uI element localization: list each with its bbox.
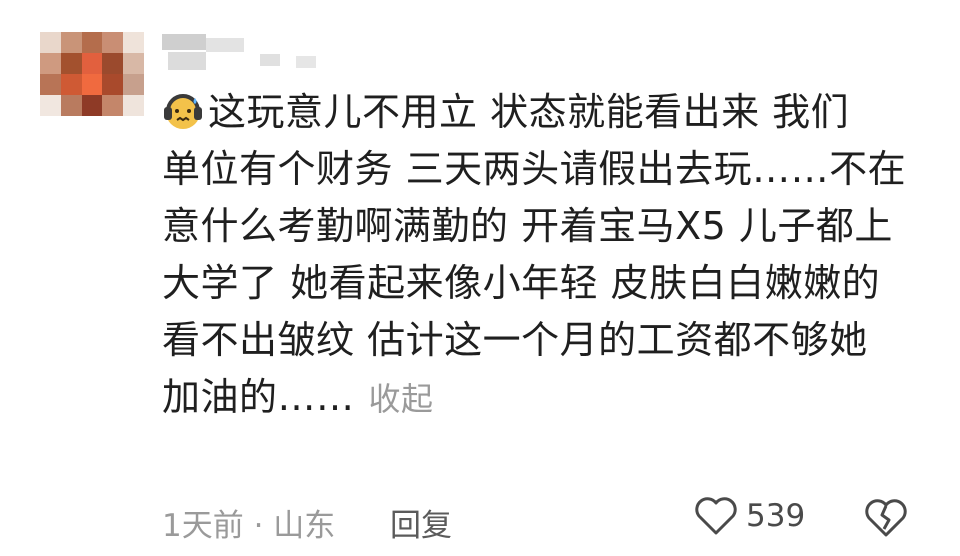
- broken-heart-icon: [865, 499, 907, 537]
- comment-line: 单位有个财务 三天两头请假出去玩……不在: [162, 147, 907, 191]
- comment-line: 加油的…… 收起: [162, 375, 434, 419]
- comment-line: 大学了 她看起来像小年轻 皮肤白白嫩嫩的: [162, 261, 881, 305]
- reply-button[interactable]: 回复: [390, 500, 452, 545]
- comment-meta: 1天前 · 山东: [162, 508, 336, 544]
- collapse-link[interactable]: 收起: [369, 380, 434, 418]
- username-masked[interactable]: [162, 34, 322, 74]
- comment-line: 意什么考勤啊满勤的 开着宝马X5 儿子都上: [162, 204, 893, 248]
- comment-footer: 1天前 · 山东 回复 539: [162, 494, 922, 548]
- like-button[interactable]: 539: [694, 496, 805, 536]
- comment-body: 这玩意儿不用立 状态就能看出来 我们 单位有个财务 三天两头请假出去玩……不在 …: [162, 84, 942, 426]
- comment-line: 这玩意儿不用立 状态就能看出来 我们: [162, 84, 942, 141]
- like-count: 539: [746, 498, 806, 534]
- heart-outline-icon: [695, 497, 737, 535]
- dislike-button[interactable]: [864, 498, 908, 546]
- avatar[interactable]: [40, 32, 144, 116]
- headphones-sweat-emoji-icon: [162, 89, 204, 131]
- comment-line: 看不出皱纹 估计这一个月的工资都不够她: [162, 318, 868, 362]
